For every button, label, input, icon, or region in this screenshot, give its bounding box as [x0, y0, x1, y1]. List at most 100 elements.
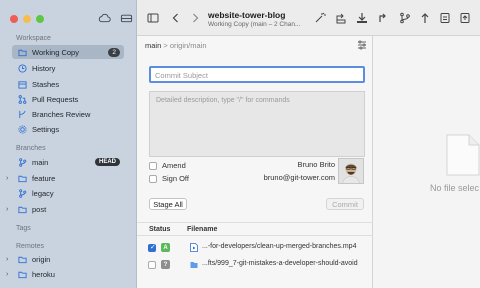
amend-checkbox[interactable] — [149, 161, 157, 170]
branch-label: main — [32, 157, 49, 167]
window-controls — [10, 15, 44, 23]
branch-item-legacy[interactable]: legacy — [12, 186, 124, 200]
clock-icon — [18, 63, 27, 73]
folder-icon — [18, 48, 27, 57]
branch-label: feature — [32, 173, 56, 183]
signoff-checkbox[interactable] — [149, 174, 157, 183]
repository-title: website-tower-blog — [208, 10, 286, 20]
file-preview-pane: No file selec — [373, 36, 480, 288]
remotes-section-label: Remotes — [16, 243, 45, 250]
workspace-section-label: Workspace — [16, 35, 51, 42]
forward-arrow-icon[interactable] — [189, 12, 201, 24]
zoom-window-button[interactable] — [36, 15, 44, 23]
sidebar-item-label: Pull Requests — [32, 94, 79, 104]
close-window-button[interactable] — [10, 15, 18, 23]
stage-checkbox[interactable] — [148, 243, 156, 252]
chevron-right-icon[interactable]: › — [6, 206, 8, 213]
chevron-right-icon[interactable]: › — [6, 271, 8, 278]
branch-icon[interactable] — [399, 12, 411, 24]
sidebar-item-history[interactable]: History — [12, 61, 124, 75]
sidebar-item-stashes[interactable]: Stashes — [12, 77, 124, 91]
magic-wand-icon[interactable] — [314, 12, 326, 24]
avatar — [338, 158, 364, 184]
folder-icon — [18, 205, 27, 214]
file-name: ...fts/999_7-git-mistakes-a-developer-sh… — [202, 260, 358, 267]
cloud-icon[interactable] — [98, 12, 111, 24]
remote-label: heroku — [32, 269, 55, 279]
drive-icon[interactable] — [120, 12, 133, 24]
head-badge: HEAD — [94, 158, 120, 166]
sidebar-item-label: Working Copy — [32, 47, 79, 57]
added-status-badge: A — [161, 243, 170, 252]
up-arrow-icon[interactable] — [419, 12, 431, 24]
branch-label: legacy — [32, 188, 54, 198]
branch-icon — [18, 157, 27, 167]
push-icon[interactable] — [377, 12, 389, 24]
changes-count-badge: 2 — [108, 47, 120, 57]
file-name: ...-for-developers/clean-up-merged-branc… — [202, 243, 357, 250]
empty-preview-text: No file selec — [430, 183, 480, 193]
sidebar-item-label: Settings — [32, 124, 60, 134]
box-icon — [18, 80, 27, 89]
amend-label: Amend — [162, 161, 186, 170]
stage-checkbox[interactable] — [148, 261, 156, 269]
branch-label: post — [32, 204, 47, 214]
branches-review-icon — [18, 110, 27, 119]
branches-section-label: Branches — [16, 145, 46, 152]
pop-stash-icon[interactable] — [459, 12, 471, 24]
signoff-checkbox-row[interactable]: Sign Off — [149, 174, 189, 183]
author-email: bruno@git-tower.com — [263, 173, 335, 182]
folder-icon — [190, 262, 198, 268]
remote-item-heroku[interactable]: › heroku — [6, 267, 124, 281]
folder-icon — [18, 174, 27, 183]
sidebar-item-working-copy[interactable]: Working Copy 2 — [12, 45, 124, 59]
tags-section-label: Tags — [16, 225, 31, 232]
sidebar-item-label: Branches Review — [32, 109, 91, 119]
remote-item-origin[interactable]: › origin — [6, 252, 124, 266]
branch-item-main[interactable]: main HEAD — [12, 155, 124, 169]
stash-icon[interactable] — [439, 12, 451, 24]
sidebar-item-branches-review[interactable]: Branches Review — [12, 107, 124, 121]
remote-folder-icon — [18, 255, 27, 264]
sidebar-item-pull-requests[interactable]: Pull Requests — [12, 92, 124, 106]
gear-icon — [18, 124, 27, 134]
author-name: Bruno Brito — [297, 160, 335, 169]
commit-pane: main > origin/main Commit Subject Detail… — [137, 36, 373, 288]
remote-folder-icon — [18, 270, 27, 279]
commit-description-input[interactable]: Detailed description, type "/" for comma… — [149, 91, 365, 157]
table-row[interactable]: ? ...fts/999_7-git-mistakes-a-developer-… — [137, 257, 373, 273]
branch-item-feature[interactable]: › feature — [6, 171, 124, 185]
filename-column-header[interactable]: Filename — [187, 226, 217, 233]
signoff-label: Sign Off — [162, 174, 189, 183]
minimize-window-button[interactable] — [23, 15, 31, 23]
pull-icon[interactable] — [356, 12, 368, 24]
repository-subtitle: Working Copy (main – 2 Chan... — [208, 21, 301, 28]
toolbar: website-tower-blog Working Copy (main – … — [137, 0, 480, 36]
file-table-header: Status Filename — [137, 222, 373, 236]
commit-subject-input[interactable]: Commit Subject — [149, 66, 365, 83]
amend-checkbox-row[interactable]: Amend — [149, 161, 186, 170]
remote-label: origin — [32, 254, 51, 264]
branch-item-post[interactable]: › post — [6, 202, 124, 216]
sidebar-toggle-icon[interactable] — [147, 12, 159, 24]
branch-icon — [18, 188, 27, 198]
breadcrumb-remote[interactable]: origin/main — [170, 41, 207, 50]
chevron-right-icon[interactable]: › — [6, 175, 8, 182]
chevron-right-icon[interactable]: › — [6, 256, 8, 263]
pull-request-icon — [18, 94, 27, 104]
document-icon — [446, 134, 480, 176]
sidebar: Workspace Working Copy 2 History Stashes… — [0, 0, 137, 288]
fetch-icon[interactable] — [335, 12, 347, 24]
back-arrow-icon[interactable] — [170, 12, 182, 24]
status-column-header[interactable]: Status — [149, 226, 170, 233]
sidebar-item-settings[interactable]: Settings — [12, 122, 124, 136]
breadcrumb-separator: > — [163, 41, 168, 50]
video-file-icon — [190, 243, 198, 252]
sidebar-item-label: History — [32, 63, 56, 73]
sliders-icon[interactable] — [357, 40, 367, 50]
table-row[interactable]: A ...-for-developers/clean-up-merged-bra… — [137, 240, 373, 256]
commit-button[interactable]: Commit — [326, 198, 364, 210]
breadcrumb-branch[interactable]: main — [145, 41, 161, 50]
stage-all-button[interactable]: Stage All — [149, 198, 187, 210]
sidebar-item-label: Stashes — [32, 79, 60, 89]
